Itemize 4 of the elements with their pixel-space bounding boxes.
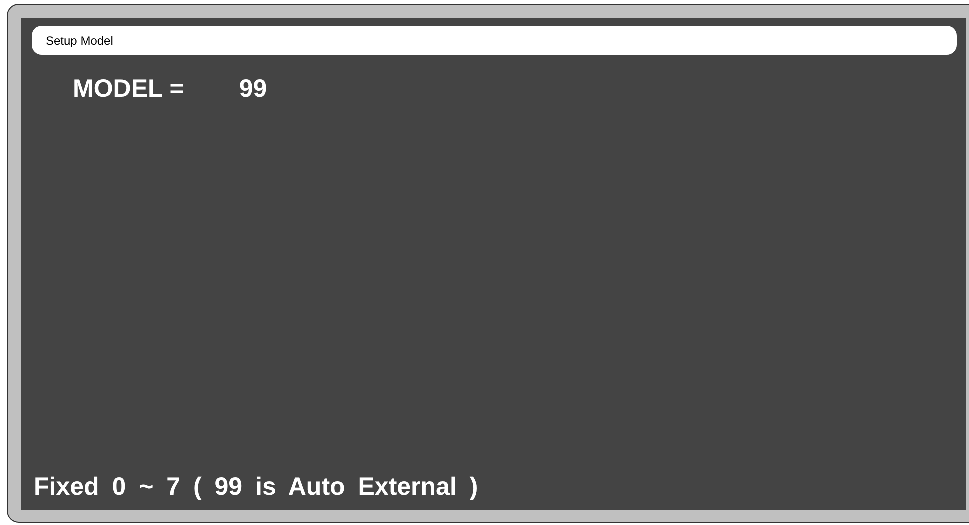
hint-text: Fixed 0 ~ 7 ( 99 is Auto External )	[33, 473, 478, 502]
setting-value: 99	[239, 75, 268, 104]
window-title: Setup Model	[46, 34, 114, 48]
setting-label: MODEL =	[73, 75, 184, 104]
